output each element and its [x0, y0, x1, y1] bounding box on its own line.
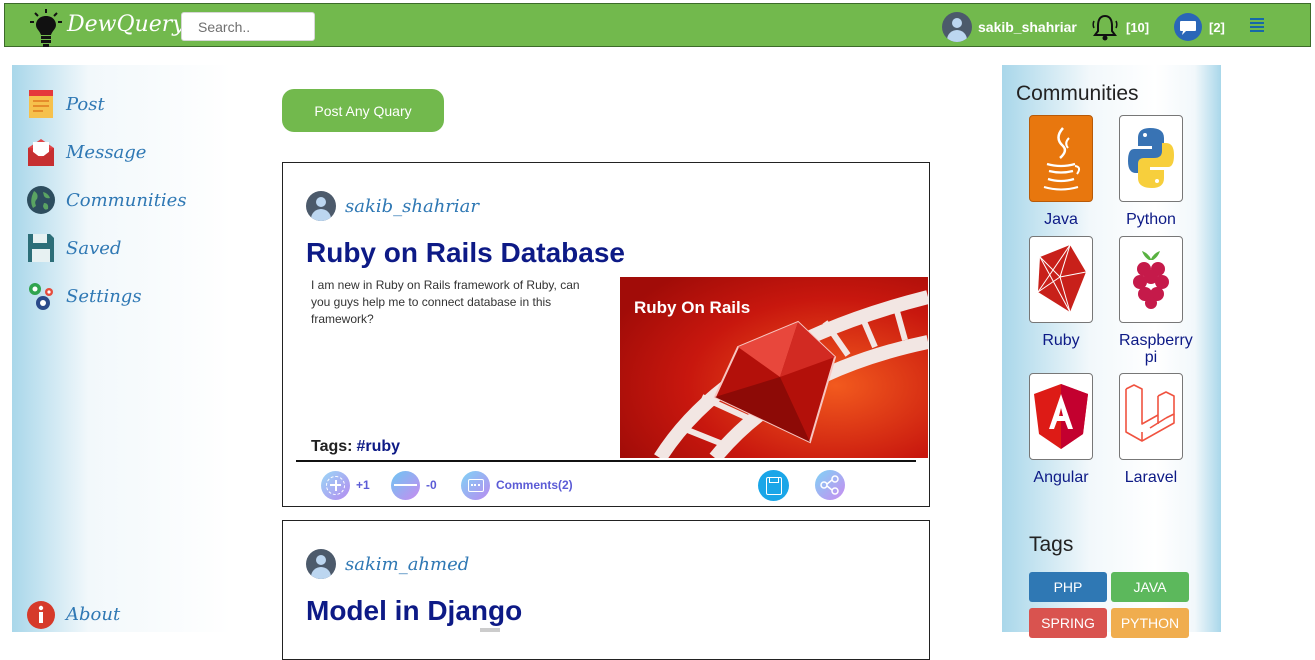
- sidebar-item-label: About: [66, 603, 121, 625]
- sidebar-item-message[interactable]: Message: [26, 135, 146, 169]
- downvote-icon: [391, 470, 420, 500]
- lightbulb-logo-icon[interactable]: [29, 8, 63, 48]
- post-title[interactable]: Model in Django: [306, 595, 522, 627]
- community-angular[interactable]: Angular: [1029, 373, 1093, 486]
- post-query-button[interactable]: Post Any Quary: [282, 89, 444, 132]
- post-author[interactable]: sakib_shahriar: [306, 191, 479, 221]
- menu-icon[interactable]: [1250, 18, 1264, 32]
- top-navbar: DewQuery sakib_shahriar [10] [2]: [4, 3, 1311, 47]
- author-name: sakim_ahmed: [345, 553, 470, 575]
- sidebar-item-label: Post: [66, 93, 105, 115]
- downvote-count: -0: [426, 478, 437, 492]
- envelope-icon: [28, 139, 54, 166]
- python-icon: [1119, 115, 1183, 202]
- post-card: sakim_ahmed Model in Django: [282, 520, 930, 660]
- notifications-button[interactable]: [10]: [1090, 11, 1149, 43]
- upvote-count: +1: [356, 478, 370, 492]
- notification-count: [10]: [1126, 19, 1150, 35]
- community-java[interactable]: Java: [1029, 115, 1093, 228]
- save-post-button[interactable]: [758, 469, 795, 501]
- divider: [296, 460, 916, 462]
- message-count: [2]: [1209, 19, 1225, 35]
- raspberry-pi-icon: [1119, 236, 1183, 323]
- sidebar-item-label: Settings: [66, 285, 142, 307]
- community-python[interactable]: Python: [1119, 115, 1183, 228]
- gears-icon: [29, 283, 53, 310]
- community-raspberry-pi[interactable]: Raspberry pi: [1119, 236, 1193, 366]
- community-label: Angular: [1033, 469, 1089, 486]
- globe-icon: [27, 186, 55, 214]
- sidebar-item-label: Message: [66, 141, 147, 163]
- community-label: Raspberry pi: [1119, 332, 1193, 366]
- comment-icon: [461, 470, 490, 500]
- author-name: sakib_shahriar: [345, 195, 480, 217]
- scrollbar[interactable]: [480, 628, 500, 632]
- post-author[interactable]: sakim_ahmed: [306, 549, 469, 579]
- avatar: [306, 549, 336, 579]
- post-note-icon: [29, 90, 53, 118]
- sidebar-item-post[interactable]: Post: [26, 87, 105, 121]
- avatar: [306, 191, 336, 221]
- share-icon: [815, 470, 845, 500]
- sidebar-item-about[interactable]: About: [26, 597, 120, 631]
- upvote-button[interactable]: +1: [321, 470, 370, 500]
- tag-link[interactable]: #ruby: [356, 438, 400, 455]
- upvote-icon: [321, 470, 350, 500]
- tag-python-button[interactable]: PYTHON: [1111, 608, 1189, 638]
- image-caption: Ruby On Rails: [634, 298, 750, 317]
- sidebar-item-settings[interactable]: Settings: [26, 279, 142, 313]
- community-label: Ruby: [1042, 332, 1080, 349]
- communities-heading: Communities: [1016, 82, 1139, 105]
- laravel-icon: [1119, 373, 1183, 460]
- community-ruby[interactable]: Ruby: [1029, 236, 1093, 349]
- info-icon: [27, 601, 55, 629]
- tag-java-button[interactable]: JAVA: [1111, 572, 1189, 602]
- sidebar-item-saved[interactable]: Saved: [26, 231, 121, 265]
- downvote-button[interactable]: -0: [391, 470, 437, 500]
- ruby-icon: [1029, 236, 1093, 323]
- sidebar-item-label: Communities: [66, 189, 187, 211]
- left-sidebar: Post Message Communities Saved Settings: [12, 65, 231, 632]
- chat-bubble-icon: [1174, 13, 1202, 41]
- bell-icon: [1092, 14, 1118, 41]
- brand-name[interactable]: DewQuery: [67, 12, 185, 37]
- post-body: I am new in Ruby on Rails framework of R…: [311, 278, 580, 326]
- user-menu[interactable]: sakib_shahriar: [942, 11, 1077, 43]
- tag-spring-button[interactable]: SPRING: [1029, 608, 1107, 638]
- post-card: sakib_shahriar Ruby on Rails Database I …: [282, 162, 930, 507]
- search-input[interactable]: [181, 12, 315, 41]
- right-sidebar: Communities Java Python Ruby Raspberry p…: [1002, 65, 1221, 638]
- username: sakib_shahriar: [978, 19, 1077, 35]
- post-image: Ruby On Rails: [620, 277, 928, 458]
- floppy-disk-icon: [28, 234, 54, 262]
- community-laravel[interactable]: Laravel: [1119, 373, 1183, 486]
- java-icon: [1029, 115, 1093, 202]
- tags-heading: Tags: [1029, 533, 1074, 556]
- community-label: Laravel: [1124, 469, 1178, 486]
- sidebar-item-label: Saved: [66, 237, 122, 259]
- sidebar-item-communities[interactable]: Communities: [26, 183, 187, 217]
- community-label: Java: [1044, 211, 1078, 228]
- save-icon: [758, 469, 789, 501]
- community-label: Python: [1126, 211, 1176, 228]
- share-post-button[interactable]: [815, 470, 851, 500]
- tags-label: Tags:: [311, 438, 353, 455]
- post-title[interactable]: Ruby on Rails Database: [306, 237, 625, 269]
- tag-php-button[interactable]: PHP: [1029, 572, 1107, 602]
- angular-icon: [1029, 373, 1093, 460]
- post-tags: Tags: #ruby: [311, 438, 400, 456]
- comments-button[interactable]: Comments(2): [461, 470, 573, 500]
- comments-link: Comments(2): [496, 478, 573, 492]
- avatar: [942, 12, 972, 42]
- messages-button[interactable]: [2]: [1173, 11, 1225, 43]
